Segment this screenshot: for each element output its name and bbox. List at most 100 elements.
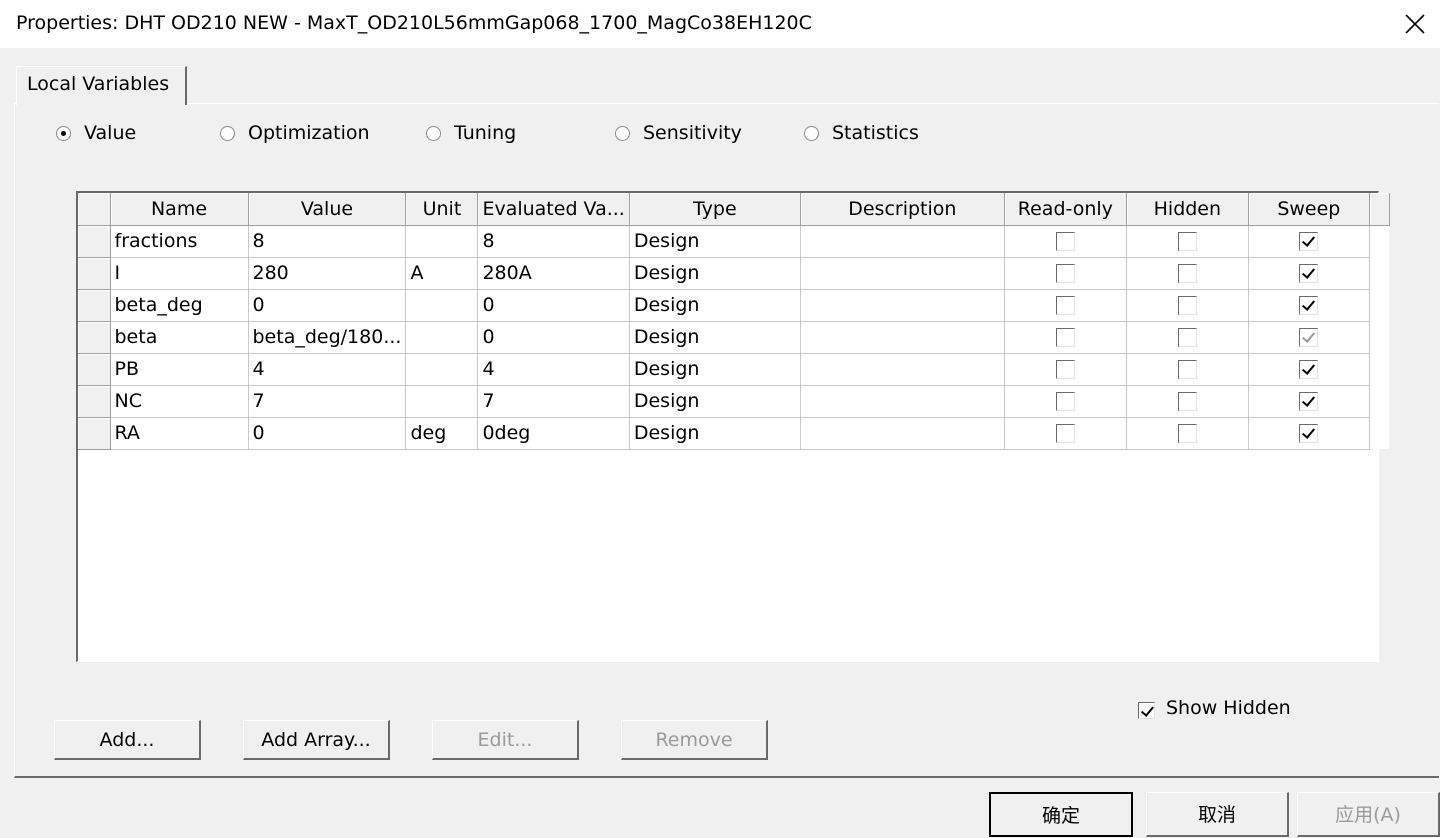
- col-header-evaluated[interactable]: Evaluated Va...: [477, 193, 630, 226]
- cell-name[interactable]: fractions: [110, 225, 249, 258]
- table-row[interactable]: NC 7 7 Design: [78, 385, 1390, 418]
- table-row[interactable]: I 280 A 280A Design: [78, 257, 1390, 290]
- hidden-checkbox[interactable]: [1177, 360, 1197, 379]
- cell-name[interactable]: beta_deg: [110, 289, 249, 322]
- cell-type[interactable]: Design: [629, 353, 801, 386]
- read-only-checkbox[interactable]: [1055, 232, 1075, 251]
- add-array-button[interactable]: Add Array...: [243, 720, 390, 760]
- row-filler: [1369, 353, 1390, 385]
- read-only-checkbox[interactable]: [1055, 296, 1075, 315]
- sweep-checkbox[interactable]: [1299, 264, 1319, 283]
- cell-unit[interactable]: deg: [405, 417, 479, 450]
- read-only-checkbox[interactable]: [1055, 264, 1075, 283]
- cell-name[interactable]: PB: [110, 353, 249, 386]
- cell-unit[interactable]: [405, 321, 479, 354]
- row-filler: [1369, 385, 1390, 417]
- cell-type[interactable]: Design: [629, 417, 801, 450]
- hidden-checkbox[interactable]: [1177, 296, 1197, 315]
- cell-evaluated[interactable]: 8: [477, 225, 630, 258]
- read-only-checkbox[interactable]: [1055, 392, 1075, 411]
- cell-unit[interactable]: [405, 353, 479, 386]
- cell-evaluated[interactable]: 280A: [477, 257, 630, 290]
- hidden-checkbox[interactable]: [1177, 424, 1197, 443]
- cell-evaluated[interactable]: 4: [477, 353, 630, 386]
- col-header-value[interactable]: Value: [248, 193, 407, 226]
- cell-type[interactable]: Design: [629, 257, 801, 290]
- remove-button[interactable]: Remove: [621, 720, 768, 760]
- hidden-checkbox[interactable]: [1177, 392, 1197, 411]
- table-row[interactable]: RA 0 deg 0deg Design: [78, 417, 1390, 450]
- cell-unit[interactable]: [405, 385, 479, 418]
- hidden-checkbox[interactable]: [1177, 232, 1197, 251]
- sweep-checkbox[interactable]: [1299, 296, 1319, 315]
- cell-value[interactable]: 4: [248, 353, 407, 386]
- table-row[interactable]: beta_deg 0 0 Design: [78, 289, 1390, 322]
- cell-description[interactable]: [800, 225, 1005, 258]
- hidden-checkbox[interactable]: [1177, 328, 1197, 347]
- hidden-checkbox[interactable]: [1177, 264, 1197, 283]
- cell-description[interactable]: [800, 417, 1005, 450]
- row-header[interactable]: [78, 225, 111, 258]
- sweep-checkbox[interactable]: [1299, 424, 1319, 443]
- col-header-sweep[interactable]: Sweep: [1248, 193, 1370, 226]
- cell-value[interactable]: 280: [248, 257, 407, 290]
- cell-value[interactable]: 8: [248, 225, 407, 258]
- add-button[interactable]: Add...: [54, 720, 201, 760]
- cell-evaluated[interactable]: 0: [477, 321, 630, 354]
- table-row[interactable]: fractions 8 8 Design: [78, 225, 1390, 258]
- col-header-hidden[interactable]: Hidden: [1126, 193, 1249, 226]
- sweep-checkbox[interactable]: [1299, 360, 1319, 379]
- close-icon: [1405, 14, 1425, 34]
- apply-button[interactable]: 应用(A): [1297, 792, 1440, 837]
- row-header[interactable]: [78, 417, 111, 450]
- cell-name[interactable]: NC: [110, 385, 249, 418]
- table-row[interactable]: beta beta_deg/180... 0 Design: [78, 321, 1390, 354]
- col-header-name[interactable]: Name: [110, 193, 249, 226]
- cell-description[interactable]: [800, 257, 1005, 290]
- radio-dot: [220, 126, 235, 141]
- cell-unit[interactable]: A: [405, 257, 479, 290]
- cell-name[interactable]: RA: [110, 417, 249, 450]
- cell-description[interactable]: [800, 289, 1005, 322]
- cell-description[interactable]: [800, 353, 1005, 386]
- cell-name[interactable]: beta: [110, 321, 249, 354]
- cell-value[interactable]: beta_deg/180...: [248, 321, 407, 354]
- cell-value[interactable]: 7: [248, 385, 407, 418]
- row-header[interactable]: [78, 289, 111, 322]
- row-header[interactable]: [78, 353, 111, 386]
- row-header[interactable]: [78, 321, 111, 354]
- sweep-checkbox[interactable]: [1299, 232, 1319, 251]
- edit-button[interactable]: Edit...: [432, 720, 579, 760]
- cell-description[interactable]: [800, 385, 1005, 418]
- cell-name[interactable]: I: [110, 257, 249, 290]
- tab-local-variables[interactable]: Local Variables: [16, 66, 187, 105]
- cell-description[interactable]: [800, 321, 1005, 354]
- sweep-checkbox[interactable]: [1299, 328, 1319, 347]
- ok-button[interactable]: 确定: [989, 792, 1133, 837]
- col-header-type[interactable]: Type: [629, 193, 801, 226]
- cell-evaluated[interactable]: 7: [477, 385, 630, 418]
- cancel-button[interactable]: 取消: [1146, 792, 1289, 837]
- table-row[interactable]: PB 4 4 Design: [78, 353, 1390, 386]
- cell-type[interactable]: Design: [629, 289, 801, 322]
- read-only-checkbox[interactable]: [1055, 328, 1075, 347]
- col-header-description[interactable]: Description: [800, 193, 1005, 226]
- close-button[interactable]: [1390, 0, 1440, 48]
- cell-unit[interactable]: [405, 225, 479, 258]
- sweep-checkbox[interactable]: [1299, 392, 1319, 411]
- read-only-checkbox[interactable]: [1055, 360, 1075, 379]
- cell-type[interactable]: Design: [629, 321, 801, 354]
- row-header[interactable]: [78, 257, 111, 290]
- cell-value[interactable]: 0: [248, 289, 407, 322]
- cell-evaluated[interactable]: 0: [477, 289, 630, 322]
- cell-value[interactable]: 0: [248, 417, 407, 450]
- col-header-unit[interactable]: Unit: [405, 193, 479, 226]
- row-header[interactable]: [78, 385, 111, 418]
- read-only-checkbox[interactable]: [1055, 424, 1075, 443]
- cell-evaluated[interactable]: 0deg: [477, 417, 630, 450]
- col-header-read-only[interactable]: Read-only: [1004, 193, 1127, 226]
- cell-type[interactable]: Design: [629, 385, 801, 418]
- cell-unit[interactable]: [405, 289, 479, 322]
- corner-header[interactable]: [78, 193, 111, 226]
- cell-type[interactable]: Design: [629, 225, 801, 258]
